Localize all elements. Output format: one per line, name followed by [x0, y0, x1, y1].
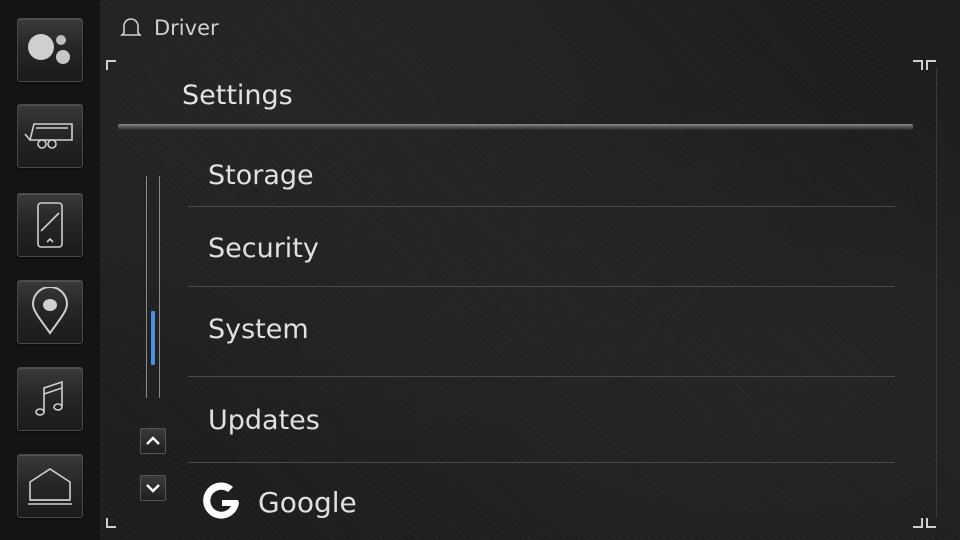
- phone-icon: [37, 202, 63, 248]
- sidebar: [0, 0, 100, 540]
- home-button[interactable]: [17, 454, 83, 518]
- home-icon: [28, 468, 72, 505]
- frame-corner: [106, 60, 116, 70]
- right-rail: [936, 68, 937, 518]
- navigation-button[interactable]: [17, 280, 83, 344]
- driver-profile[interactable]: Driver: [118, 14, 219, 42]
- frame-corner: [926, 60, 936, 70]
- menu-item-storage[interactable]: Storage: [188, 127, 895, 207]
- music-button[interactable]: [17, 367, 83, 431]
- chevron-up-icon: [146, 436, 160, 445]
- page-title: Settings: [182, 80, 293, 111]
- menu-item-security[interactable]: Security: [188, 207, 895, 287]
- phone-button[interactable]: [17, 193, 83, 257]
- chevron-down-icon: [146, 484, 160, 493]
- menu-item-google[interactable]: Google: [198, 478, 357, 526]
- menu-item-label: Security: [208, 233, 319, 264]
- menu-item-system[interactable]: System: [188, 292, 895, 377]
- frame-corner: [913, 60, 923, 70]
- menu-item-label: Google: [258, 485, 357, 519]
- frame-corner: [926, 518, 936, 528]
- menu-item-label: Updates: [208, 405, 320, 436]
- profile-bell-icon: [120, 18, 142, 36]
- menu-item-label: Storage: [208, 160, 314, 191]
- menu-item-updates[interactable]: Updates: [188, 377, 895, 463]
- map-pin-icon: [31, 287, 69, 335]
- trailer-button[interactable]: [17, 104, 83, 168]
- trailer-icon: [24, 123, 73, 149]
- frame-corner: [106, 518, 116, 528]
- scroll-down-button[interactable]: [140, 475, 166, 501]
- scroll-up-button[interactable]: [140, 428, 166, 454]
- driver-label: Driver: [154, 16, 219, 40]
- google-g-icon: [203, 482, 239, 519]
- frame-corner: [913, 518, 923, 528]
- menu-item-label: System: [208, 314, 309, 345]
- assistant-icon: [28, 34, 70, 64]
- scrollbar-thumb[interactable]: [151, 311, 155, 365]
- music-note-icon: [35, 380, 63, 416]
- assistant-button[interactable]: [17, 18, 83, 82]
